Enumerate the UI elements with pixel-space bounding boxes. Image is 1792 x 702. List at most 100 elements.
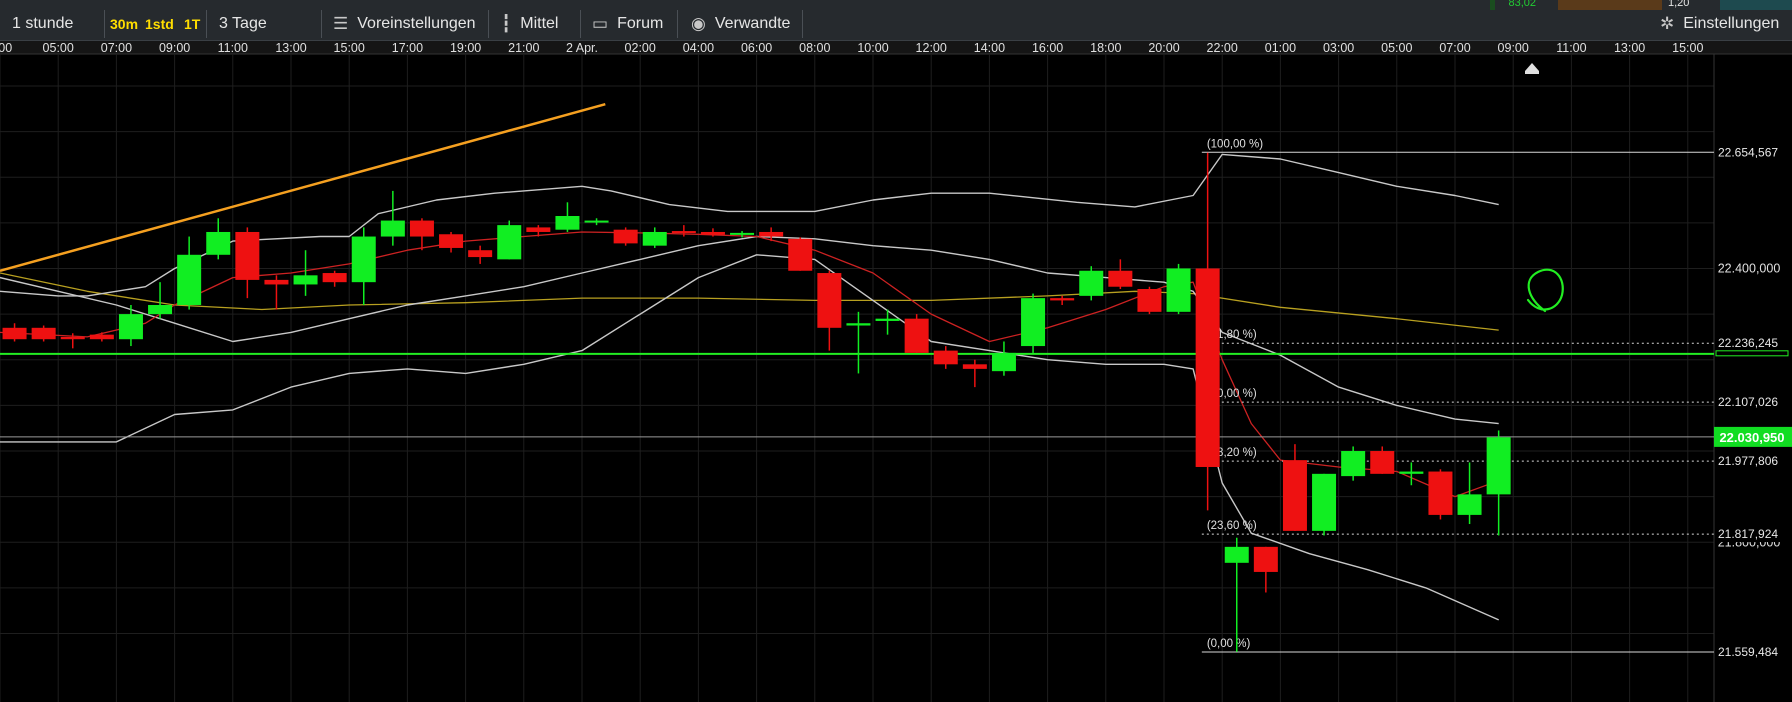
forum-button[interactable]: ▭ Forum: [592, 10, 663, 38]
bollinger-upper: [0, 153, 1499, 297]
candle-body: [206, 231, 231, 255]
time-tick-label: 19:00: [450, 41, 481, 55]
fib-price-label: 22.107,026: [1718, 395, 1778, 409]
candle-body: [1399, 471, 1424, 474]
time-tick-label: 20:00: [1148, 41, 1179, 55]
time-tick-label: 07:00: [101, 41, 132, 55]
candle-body: [904, 318, 929, 353]
presets-label: Voreinstellungen: [357, 15, 476, 32]
candle-body: [759, 231, 784, 237]
candle-body: [1224, 546, 1249, 563]
candle-body: [962, 364, 987, 369]
interval-1std-button[interactable]: 1std: [145, 10, 174, 38]
time-tick-label: 21:00: [508, 41, 539, 55]
candle-body: [1282, 460, 1307, 531]
candle-body: [671, 231, 696, 234]
interval-1t-button[interactable]: 1T: [184, 10, 200, 38]
mini-bar: [1720, 0, 1792, 10]
candle-body: [409, 220, 434, 237]
mini-bar: [1558, 0, 1662, 10]
candle-body: [788, 238, 813, 271]
fib-price-label: 21.559,484: [1718, 645, 1778, 659]
bollinger-middle: [0, 235, 1499, 425]
moving-average-short: [0, 231, 1499, 498]
range-selector[interactable]: 1 stunde: [12, 10, 73, 38]
fib-level-percent: (100,00 %): [1207, 138, 1263, 150]
time-tick-label: 14:00: [974, 41, 1005, 55]
toolbar-divider: [802, 10, 803, 38]
time-tick-label: 11:00: [218, 41, 248, 55]
support-line-marker: [1715, 350, 1789, 357]
candle-body: [584, 220, 609, 223]
time-tick-label: 22:00: [1207, 41, 1238, 55]
candle-body: [1457, 494, 1482, 515]
fib-price-label: 21.977,806: [1718, 454, 1778, 468]
candle-body: [846, 323, 871, 326]
settings-label: Einstellungen: [1683, 15, 1780, 32]
candle-body: [1079, 270, 1104, 296]
time-tick-label: 10:00: [857, 41, 888, 55]
time-tick-label: 02:00: [625, 41, 656, 55]
candle-body: [1021, 298, 1046, 347]
mini-quote-strip: 83,02 1,20: [1490, 0, 1690, 10]
forum-label: Forum: [617, 15, 664, 32]
candle-body: [177, 254, 202, 305]
time-tick-label: 17:00: [392, 41, 423, 55]
current-price-label: 22.030,950: [1719, 430, 1784, 445]
time-tick-label: 13:00: [275, 41, 306, 55]
candle-body: [817, 273, 842, 328]
time-tick-label: 09:00: [1498, 41, 1529, 55]
gear-icon: ✲: [1660, 14, 1675, 33]
time-tick-label: 11:00: [1556, 41, 1586, 55]
related-button[interactable]: ◉ Verwandte: [691, 10, 790, 38]
candle-body: [293, 275, 318, 285]
candle-body: [1341, 451, 1366, 477]
candle-body: [468, 250, 493, 258]
price-chart[interactable]: 3:00 05:00 07:00 09:00 11:00 13:00 15:00 17:00 1…: [0, 0, 1792, 702]
candle-body: [1370, 451, 1395, 474]
price-tick-label: 22.400,000: [1718, 261, 1781, 275]
time-tick-label: 05:00: [43, 41, 74, 55]
time-tick-label: 2 Apr.: [566, 41, 598, 55]
annotation-circle: [1526, 268, 1564, 313]
time-tick-label: 09:00: [159, 41, 190, 55]
candle-body: [526, 227, 551, 232]
fib-level-percent: (0,00 %): [1207, 638, 1251, 650]
candle-body: [264, 279, 289, 285]
candle-body: [380, 220, 405, 237]
speech-bubble-icon: ▭: [592, 14, 609, 33]
average-button[interactable]: ┇ Mittel: [501, 10, 558, 38]
candle-body: [235, 231, 260, 280]
candle-body: [613, 229, 638, 244]
time-tick-label: 06:00: [741, 41, 772, 55]
candle-body: [31, 327, 56, 340]
candle-body: [148, 304, 173, 315]
mini-value-green: 83,02: [1508, 0, 1536, 9]
time-tick-label: 16:00: [1032, 41, 1063, 55]
toolbar-divider: [488, 10, 489, 38]
candle-body: [1195, 268, 1220, 467]
candle-body: [1108, 270, 1133, 287]
fib-level-percent: (23,60 %): [1207, 520, 1257, 532]
time-tick-label: 05:00: [1381, 41, 1412, 55]
candle-body: [700, 231, 725, 235]
time-tick-label: 12:00: [916, 41, 947, 55]
candle-body: [1253, 546, 1278, 572]
time-tick-label: 15:00: [334, 41, 365, 55]
candle-body: [1428, 471, 1453, 515]
fib-price-label: 21.817,924: [1718, 527, 1778, 541]
candle-body: [497, 225, 522, 260]
period-selector[interactable]: 3 Tage: [219, 10, 267, 38]
fib-price-label: 22.654,567: [1718, 145, 1778, 159]
settings-button[interactable]: ✲ Einstellungen: [1660, 10, 1779, 38]
chart-app: 3:00 05:00 07:00 09:00 11:00 13:00 15:00 17:00 1…: [0, 0, 1792, 702]
mini-bar: [1490, 0, 1495, 10]
candle-body: [322, 273, 347, 283]
candle-body: [1137, 289, 1162, 312]
candle-body: [439, 234, 464, 248]
time-tick-label: 01:00: [1265, 41, 1296, 55]
time-tick-label: 04:00: [683, 41, 714, 55]
time-tick-label: 3:00: [0, 41, 12, 55]
presets-button[interactable]: ☰ Voreinstellungen: [333, 10, 476, 38]
interval-30m-button[interactable]: 30m: [110, 10, 138, 38]
